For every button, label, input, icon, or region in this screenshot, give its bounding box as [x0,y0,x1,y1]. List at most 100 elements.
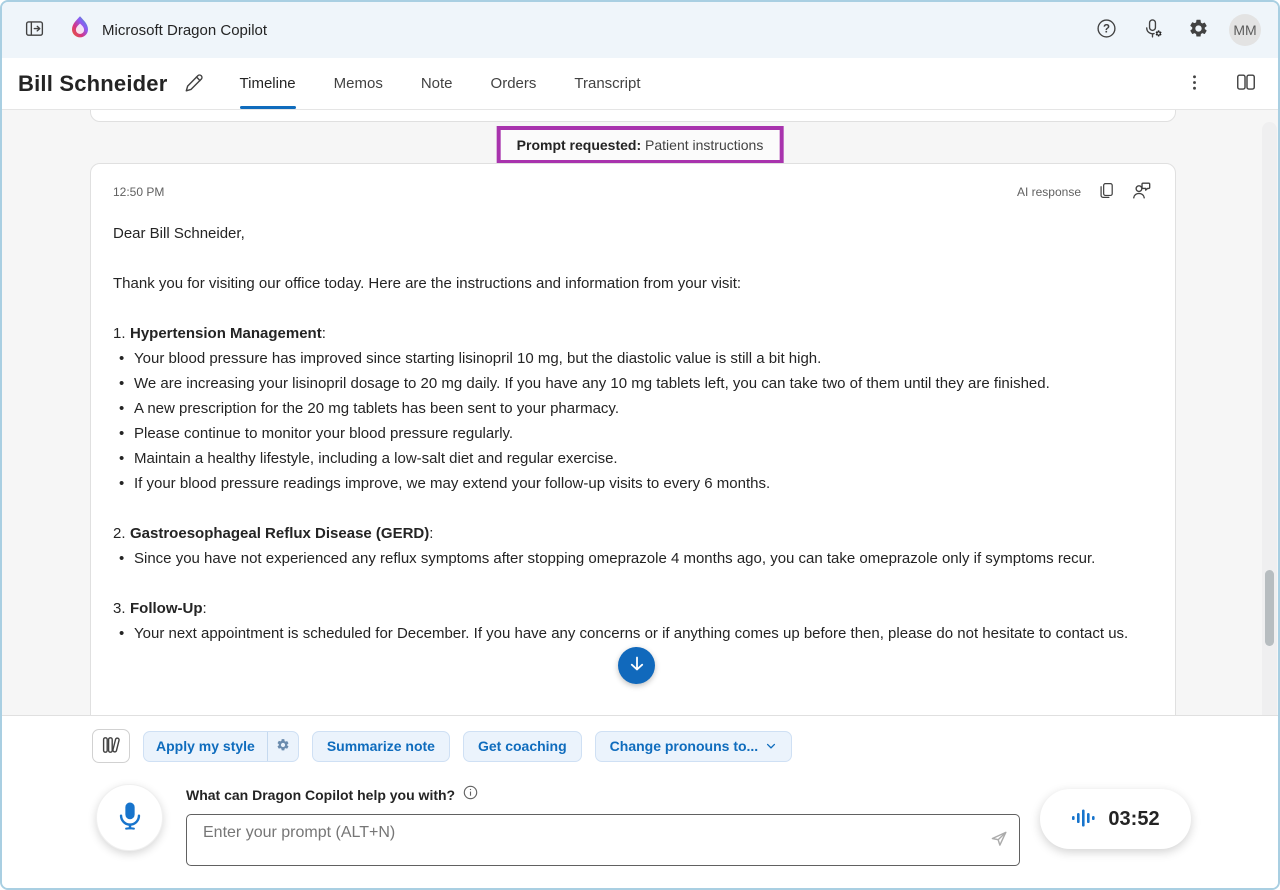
prompt-library-button[interactable] [92,729,130,763]
library-icon [101,735,121,758]
previous-card-edge [90,110,1176,122]
bullet-item: Your next appointment is scheduled for D… [113,621,1143,646]
composer-footer: Apply my style Summarize note Get coachi… [2,715,1278,888]
send-icon [988,828,1010,853]
edit-patient-button[interactable] [178,68,210,100]
apply-style-settings-button[interactable] [267,732,298,761]
open-panel-button[interactable] [18,14,50,46]
section-number: 3. [113,596,130,621]
dictation-microphone-button[interactable] [96,784,163,851]
section-heading: 1.Hypertension Management: [113,321,1143,346]
section-followup: 3.Follow-Up: Your next appointment is sc… [113,596,1143,646]
scrollbar-thumb[interactable] [1265,570,1274,646]
patient-header: Bill Schneider [18,68,210,100]
quick-actions-row: Apply my style Summarize note Get coachi… [92,729,792,763]
more-options-button[interactable] [1178,68,1210,100]
brand: Microsoft Dragon Copilot [68,15,267,46]
prompt-label: What can Dragon Copilot help you with? [186,787,455,803]
section-number: 1. [113,321,130,346]
app-title: Microsoft Dragon Copilot [102,22,267,39]
kebab-menu-icon [1185,73,1204,95]
bullet-item: We are increasing your lisinopril dosage… [113,371,1143,396]
section-heading: 3.Follow-Up: [113,596,1143,621]
tab-transcript[interactable]: Transcript [574,58,640,109]
section-title: Follow-Up [130,600,202,617]
pencil-icon [183,71,205,96]
response-meta: AI response [1017,180,1153,204]
topbar-actions: ? [1090,13,1262,47]
arrow-down-icon [627,654,647,677]
recording-time: 03:52 [1108,808,1159,831]
change-pronouns-label: Change pronouns to... [610,738,759,754]
summarize-note-button[interactable]: Summarize note [312,731,450,762]
app-window: Microsoft Dragon Copilot ? [0,0,1280,890]
person-feedback-icon [1131,180,1152,204]
section-hypertension: 1.Hypertension Management: Your blood pr… [113,321,1143,496]
microphone-settings-icon [1142,18,1163,42]
send-prompt-button[interactable] [988,828,1010,853]
avatar-initials: MM [1229,14,1261,46]
section-suffix: : [429,525,433,542]
audio-waveform-icon [1071,806,1097,833]
settings-button[interactable] [1182,14,1214,46]
bullet-item: Since you have not experienced any reflu… [113,546,1143,571]
section-suffix: : [322,325,326,342]
prompt-area: What can Dragon Copilot help you with? [186,785,1020,866]
bullet-item: A new prescription for the 20 mg tablets… [113,396,1143,421]
recording-timer-pill[interactable]: 03:52 [1040,789,1191,849]
section-bullets: Your blood pressure has improved since s… [113,346,1143,496]
timeline-content: Prompt requested: Patient instructions 1… [2,110,1278,715]
top-bar: Microsoft Dragon Copilot ? [2,2,1278,58]
info-icon[interactable] [463,785,478,805]
microphone-settings-button[interactable] [1136,14,1168,46]
scroll-to-bottom-button[interactable] [618,647,655,684]
feedback-button[interactable] [1129,180,1153,204]
tabs: Timeline Memos Note Orders Transcript [240,58,679,109]
prompt-input[interactable] [186,814,1020,866]
bullet-item: If your blood pressure readings improve,… [113,471,1143,496]
prompt-label-row: What can Dragon Copilot help you with? [186,785,1020,805]
section-gerd: 2.Gastroesophageal Reflux Disease (GERD)… [113,521,1143,571]
get-coaching-button[interactable]: Get coaching [463,731,582,762]
split-view-icon [1235,71,1257,96]
chevron-down-icon [765,740,777,752]
response-timestamp: 12:50 PM [113,185,164,199]
section-title: Hypertension Management [130,325,322,342]
ai-response-badge: AI response [1017,185,1081,199]
change-pronouns-button[interactable]: Change pronouns to... [595,731,793,762]
patient-name: Bill Schneider [18,71,168,97]
patient-tab-bar: Bill Schneider Timeline Memos Note Order… [2,58,1278,110]
copy-icon [1097,181,1116,203]
help-button[interactable]: ? [1090,14,1122,46]
prompt-requested-label: Prompt requested: [517,137,641,153]
bullet-item: Maintain a healthy lifestyle, including … [113,446,1143,471]
tab-memos[interactable]: Memos [334,58,383,109]
bullet-item: Your blood pressure has improved since s… [113,346,1143,371]
response-body: Dear Bill Schneider, Thank you for visit… [113,221,1143,646]
gear-icon [276,738,290,755]
user-avatar[interactable]: MM [1228,13,1262,47]
scrollbar-track[interactable] [1262,122,1277,715]
tab-orders[interactable]: Orders [491,58,537,109]
dragon-copilot-flame-logo [68,15,92,46]
section-number: 2. [113,521,130,546]
open-panel-icon [24,18,45,42]
section-suffix: : [202,600,206,617]
help-icon: ? [1096,18,1117,42]
prompt-requested-divider: Prompt requested: Patient instructions [497,126,784,164]
section-title: Gastroesophageal Reflux Disease (GERD) [130,525,429,542]
split-view-button[interactable] [1230,68,1262,100]
ai-response-card: 12:50 PM AI response [90,163,1176,715]
intro-paragraph: Thank you for visiting our office today.… [113,271,1143,296]
svg-text:?: ? [1102,24,1109,36]
prompt-requested-value: Patient instructions [645,137,763,153]
gear-icon [1188,18,1209,42]
response-card-header: 12:50 PM AI response [113,180,1153,204]
tab-timeline[interactable]: Timeline [240,58,296,109]
bullet-item: Please continue to monitor your blood pr… [113,421,1143,446]
apply-my-style-button[interactable]: Apply my style [144,732,267,761]
tab-note[interactable]: Note [421,58,453,109]
copy-response-button[interactable] [1095,181,1117,203]
apply-style-split-button: Apply my style [143,731,299,762]
section-bullets: Since you have not experienced any reflu… [113,546,1143,571]
